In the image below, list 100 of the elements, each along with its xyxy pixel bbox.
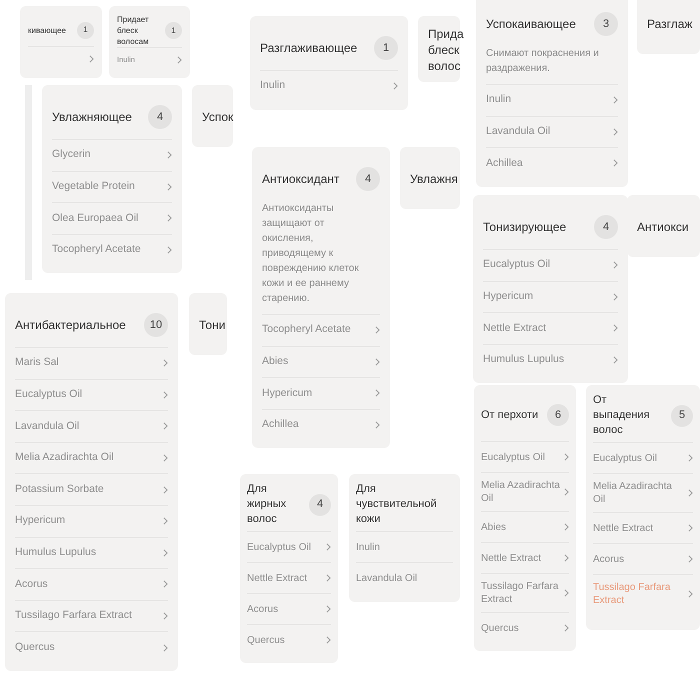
chevron-icon xyxy=(375,389,380,398)
card-title: Антиоксидант xyxy=(262,171,340,187)
chevron-icon xyxy=(163,612,168,620)
ingredient-row[interactable]: Melia Azadirachta Oil xyxy=(593,473,693,512)
chevron-icon xyxy=(613,261,618,270)
ingredient-row[interactable]: Tocopheryl Acetate xyxy=(262,314,380,346)
ingredient-row[interactable]: Humulus Lupulus xyxy=(15,536,168,568)
chevron-icon xyxy=(613,356,618,364)
chevron-icon xyxy=(613,159,618,168)
ingredient-row[interactable]: Abies xyxy=(262,346,380,378)
ingredient-row[interactable]: Eucalyptus Oil xyxy=(481,441,569,472)
ingredient-row[interactable]: Acorus xyxy=(593,543,693,574)
ingredient-row[interactable]: Acorus xyxy=(15,568,168,600)
card-title: Для чувствительной кожи xyxy=(356,482,438,527)
card-title: Увлажняющее xyxy=(52,109,132,125)
chevron-icon xyxy=(613,324,618,332)
ingredient-row[interactable]: Lavandula Oil xyxy=(486,116,618,148)
ingredient-row[interactable]: Glycerin xyxy=(52,139,172,171)
card-title: Тони xyxy=(199,317,226,333)
ingredient-row[interactable]: Eucalyptus Oil xyxy=(593,442,693,473)
card-title: кивающее xyxy=(28,24,66,36)
chevron-icon xyxy=(163,644,168,652)
ingredient-row[interactable]: Nettle Extract xyxy=(247,562,331,593)
chevron-icon xyxy=(163,359,168,368)
ingredient-row[interactable]: Tussilago Farfara Extract xyxy=(593,574,693,613)
count-badge: 4 xyxy=(309,494,331,516)
chevron-icon xyxy=(326,574,331,582)
count-badge: 4 xyxy=(594,215,618,239)
ingredient-row[interactable]: Quercus xyxy=(15,631,168,663)
chevron-icon xyxy=(177,56,182,64)
chevron-icon xyxy=(564,624,569,632)
ingredient-row[interactable]: Achillea xyxy=(262,408,380,440)
chevron-icon xyxy=(688,590,693,598)
ingredient-row[interactable]: Eucalyptus Oil xyxy=(15,378,168,410)
ingredient-row[interactable]: Hypericum xyxy=(262,377,380,409)
card-title: Успок xyxy=(202,109,234,125)
ingredient-row[interactable]: Nettle Extract xyxy=(481,542,569,573)
chevron-icon xyxy=(167,182,172,191)
chevron-icon xyxy=(326,605,331,613)
chevron-icon xyxy=(613,96,618,104)
ingredient-row[interactable]: Olea Europaea Oil xyxy=(52,202,172,234)
card-title: Разглаж xyxy=(647,16,692,32)
chevron-icon xyxy=(167,246,172,254)
chevron-icon xyxy=(375,421,380,430)
count-badge: 4 xyxy=(148,105,172,129)
count-badge: 1 xyxy=(165,22,182,39)
chevron-icon xyxy=(564,554,569,562)
ingredient-row[interactable]: Hypericum xyxy=(483,280,618,312)
ingredient-row[interactable]: Abies xyxy=(481,511,569,542)
chevron-icon xyxy=(564,589,569,597)
ingredient-row[interactable]: Nettle Extract xyxy=(483,312,618,344)
ingredient-row[interactable]: Quercus xyxy=(481,612,569,643)
card-description: Антиоксиданты защищают от окисления, приводящему к повреждению клеток кожи и ее раннему старению. xyxy=(262,202,360,306)
ingredient-row[interactable]: Eucalyptus Oil xyxy=(247,531,331,562)
ingredient-row[interactable]: Melia Azadirachta Oil xyxy=(15,442,168,474)
ingredient-row[interactable]: Tocopheryl Acetate xyxy=(52,234,172,266)
ingredient-row[interactable]: Vegetable Protein xyxy=(52,170,172,202)
card-title: От выпадения волос xyxy=(593,393,651,438)
ingredient-row[interactable]: Hypericum xyxy=(15,504,168,537)
chevron-icon xyxy=(167,151,172,160)
ingredient-row[interactable]: Potassium Sorbate xyxy=(15,473,168,505)
chevron-icon xyxy=(163,548,168,557)
ingredient-row[interactable]: Acorus xyxy=(247,593,331,624)
ingredient-row[interactable]: Melia Azadirachta Oil xyxy=(481,472,569,511)
ingredient-row[interactable]: Quercus xyxy=(247,624,331,655)
chevron-icon xyxy=(564,488,569,496)
chevron-icon xyxy=(613,128,618,136)
chevron-icon xyxy=(163,454,168,462)
ingredient-row[interactable]: Achillea xyxy=(486,147,618,179)
ingredient-row[interactable]: Lavandula Oil xyxy=(356,562,453,593)
ingredient-row[interactable]: Eucalyptus Oil xyxy=(483,249,618,281)
chevron-icon xyxy=(564,523,569,531)
ingredient-row[interactable]: Humulus Lupulus xyxy=(483,344,618,376)
count-badge: 1 xyxy=(77,22,94,38)
count-badge: 3 xyxy=(594,12,618,36)
ingredient-row[interactable]: Inulin xyxy=(260,70,398,102)
chevron-icon xyxy=(167,214,172,222)
card-title: Прида блеск волос xyxy=(428,26,464,74)
card-title: Придает блеск волосам xyxy=(117,14,150,47)
chevron-icon xyxy=(163,517,168,526)
card-title: Для жирных волос xyxy=(247,482,288,527)
chevron-icon xyxy=(326,636,331,644)
chevron-icon xyxy=(163,580,168,588)
chevron-icon xyxy=(163,422,168,430)
card-title: Антиокси xyxy=(637,219,689,235)
count-badge: 4 xyxy=(356,167,380,191)
ingredient-row[interactable]: Nettle Extract xyxy=(593,512,693,543)
card-title: Разглаживающее xyxy=(260,40,358,56)
card-description: Снимают покраснения и раздражения. xyxy=(486,47,600,76)
ingredient-row[interactable]: Maris Sal xyxy=(15,347,168,379)
card-title: Антибактериальное xyxy=(15,317,126,333)
chevron-icon xyxy=(89,54,94,62)
ingredient-row[interactable]: Inulin xyxy=(486,84,618,116)
chevron-icon xyxy=(326,543,331,551)
chevron-icon xyxy=(393,82,398,90)
ingredient-row[interactable]: Inulin xyxy=(356,531,453,562)
ingredient-row[interactable]: Tussilago Farfara Extract xyxy=(481,573,569,612)
ingredient-row[interactable]: Lavandula Oil xyxy=(15,410,168,442)
card-title: Успокаивающее xyxy=(486,16,576,32)
ingredient-row[interactable]: Tussilago Farfara Extract xyxy=(15,600,168,632)
